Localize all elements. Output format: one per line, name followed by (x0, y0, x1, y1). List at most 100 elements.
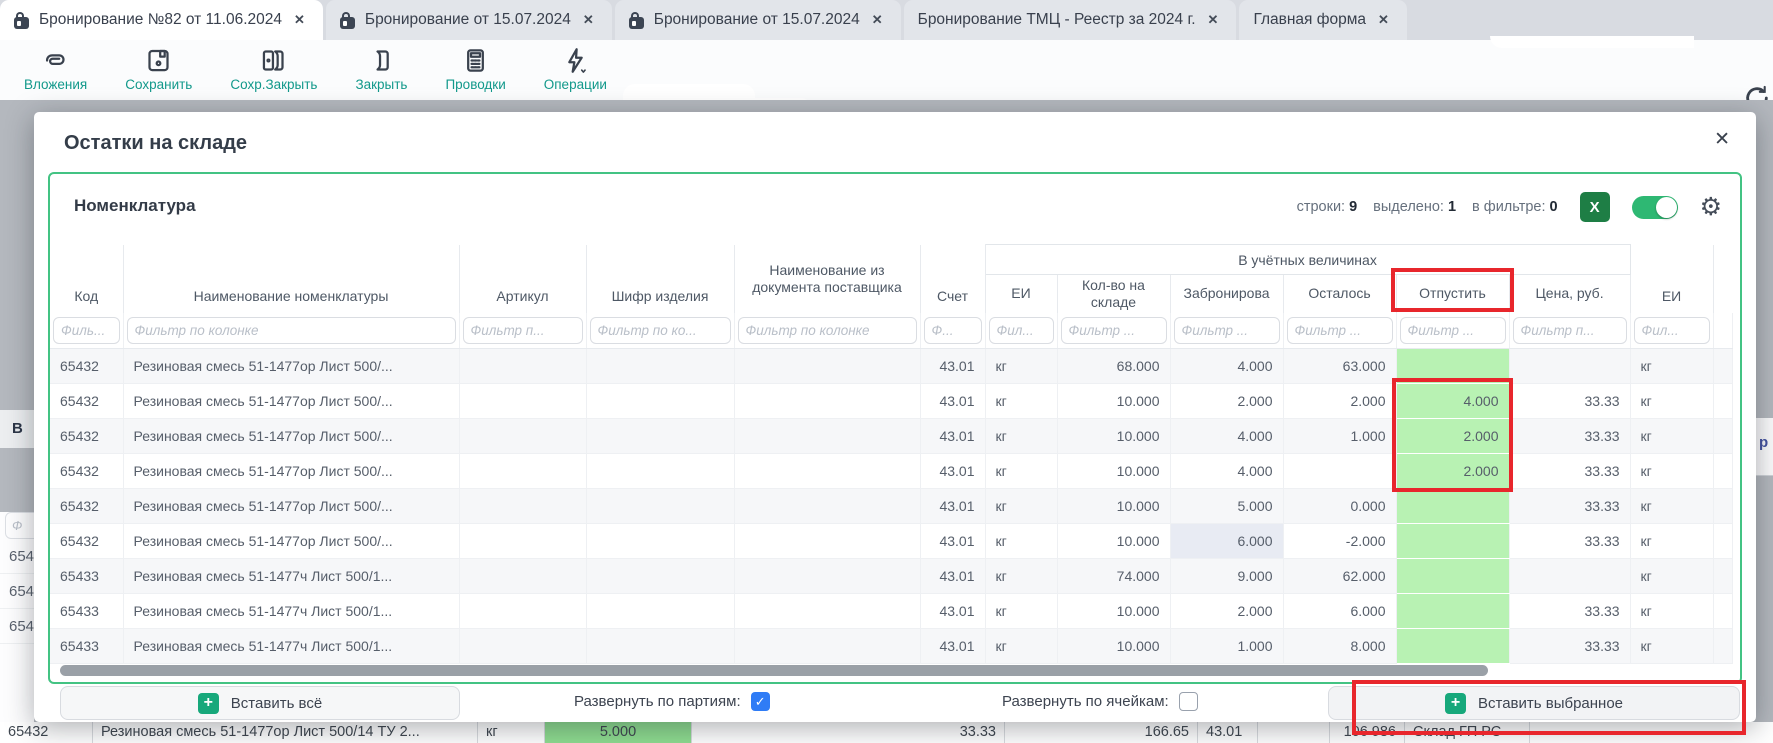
table-row[interactable]: 65433Резиновая смесь 51-1477ч Лист 500/1… (50, 559, 1732, 594)
table-cell[interactable]: 8.000 (1283, 629, 1396, 664)
filter-input-release[interactable] (1400, 317, 1506, 344)
filter-input-name[interactable] (127, 317, 456, 344)
table-cell[interactable]: 74.000 (1057, 559, 1170, 594)
excel-export-icon[interactable]: X (1580, 192, 1610, 222)
table-cell[interactable] (734, 629, 920, 664)
table-cell[interactable] (586, 384, 734, 419)
filter-input-unit[interactable] (989, 317, 1054, 344)
close-icon[interactable]: ✕ (1376, 10, 1391, 30)
table-cell[interactable]: 65432 (50, 524, 123, 559)
column-header-unit[interactable]: ЕИ (985, 275, 1057, 313)
filter-input-reserved[interactable] (1174, 317, 1280, 344)
filter-input-account[interactable] (924, 317, 982, 344)
table-row[interactable]: 65432Резиновая смесь 51-1477ор Лист 500/… (50, 489, 1732, 524)
table-cell[interactable]: 1.000 (1170, 629, 1283, 664)
table-cell[interactable] (459, 559, 586, 594)
column-header-remaining[interactable]: Осталось (1283, 275, 1396, 313)
table-cell[interactable]: Резиновая смесь 51-1477ор Лист 500/... (123, 524, 459, 559)
table-cell[interactable]: -2.000 (1283, 524, 1396, 559)
table-cell[interactable] (1509, 349, 1630, 384)
table-cell[interactable]: кг (985, 419, 1057, 454)
table-cell[interactable]: 10.000 (1057, 629, 1170, 664)
close-button[interactable]: Закрыть (349, 44, 413, 95)
table-cell[interactable] (459, 594, 586, 629)
table-cell[interactable] (1713, 454, 1732, 489)
table-cell[interactable]: 65432 (50, 419, 123, 454)
table-cell[interactable]: 6.000 (1283, 594, 1396, 629)
table-cell[interactable]: 10.000 (1057, 489, 1170, 524)
table-row[interactable]: 65432Резиновая смесь 51-1477ор Лист 500/… (50, 349, 1732, 384)
horizontal-scrollbar[interactable] (56, 665, 1736, 676)
table-cell[interactable]: кг (985, 629, 1057, 664)
column-header-article[interactable]: Артикул (459, 245, 586, 313)
table-cell[interactable] (1396, 349, 1509, 384)
column-header-unit2[interactable]: ЕИ (1630, 245, 1713, 313)
table-cell[interactable] (1713, 629, 1732, 664)
table-cell[interactable]: 0.000 (1283, 489, 1396, 524)
table-cell[interactable] (1396, 594, 1509, 629)
filter-input-cipher[interactable] (590, 317, 731, 344)
filter-input-qty-stock[interactable] (1061, 317, 1167, 344)
table-cell[interactable] (586, 349, 734, 384)
table-cell[interactable] (459, 454, 586, 489)
table-cell[interactable] (734, 419, 920, 454)
table-cell[interactable] (1396, 629, 1509, 664)
table-cell[interactable] (734, 454, 920, 489)
table-cell[interactable]: 65432 (50, 454, 123, 489)
table-cell[interactable] (1396, 524, 1509, 559)
table-cell[interactable] (734, 524, 920, 559)
expand-by-batches-checkbox[interactable]: ✓ (751, 692, 770, 711)
table-cell[interactable]: кг (1630, 489, 1713, 524)
table-cell[interactable]: 4.000 (1396, 384, 1509, 419)
table-cell[interactable]: кг (1630, 419, 1713, 454)
column-header-supplier-doc-name[interactable]: Наименование из документа поставщика (734, 245, 920, 313)
table-cell[interactable]: 43.01 (920, 454, 985, 489)
table-cell[interactable]: 43.01 (920, 594, 985, 629)
save-button[interactable]: Сохранить (119, 44, 198, 95)
table-cell[interactable] (586, 594, 734, 629)
table-cell[interactable]: кг (1630, 524, 1713, 559)
table-cell[interactable]: Резиновая смесь 51-1477ч Лист 500/1... (123, 559, 459, 594)
table-row[interactable]: 65432Резиновая смесь 51-1477ор Лист 500/… (50, 384, 1732, 419)
column-header-cipher[interactable]: Шифр изделия (586, 245, 734, 313)
table-cell[interactable]: 5.000 (1170, 489, 1283, 524)
tab-booking-1507-a[interactable]: Бронирование от 15.07.2024 ✕ (326, 0, 612, 40)
column-header-release[interactable]: Отпустить (1396, 275, 1509, 313)
operations-button[interactable]: Операции (538, 44, 613, 95)
table-cell[interactable]: кг (1630, 454, 1713, 489)
table-cell[interactable]: 43.01 (920, 419, 985, 454)
table-cell[interactable] (1713, 524, 1732, 559)
gear-icon[interactable]: ⚙ (1700, 195, 1722, 220)
table-cell[interactable]: 65433 (50, 629, 123, 664)
table-cell[interactable]: Резиновая смесь 51-1477ор Лист 500/... (123, 349, 459, 384)
table-cell[interactable] (1283, 454, 1396, 489)
table-cell[interactable] (734, 559, 920, 594)
table-cell[interactable]: кг (985, 384, 1057, 419)
table-cell[interactable] (734, 489, 920, 524)
table-cell[interactable] (1713, 419, 1732, 454)
tab-main-form[interactable]: Главная форма ✕ (1239, 0, 1406, 40)
close-icon[interactable]: ✕ (1206, 10, 1221, 30)
table-cell[interactable]: 10.000 (1057, 594, 1170, 629)
filter-input-price[interactable] (1513, 317, 1627, 344)
table-cell[interactable]: 43.01 (920, 489, 985, 524)
table-cell[interactable] (459, 349, 586, 384)
table-cell[interactable]: кг (1630, 629, 1713, 664)
table-cell[interactable]: Резиновая смесь 51-1477ч Лист 500/1... (123, 629, 459, 664)
table-cell[interactable]: 2.000 (1396, 419, 1509, 454)
table-cell[interactable]: кг (1630, 594, 1713, 629)
insert-all-button[interactable]: + Вставить всё (60, 686, 460, 720)
table-cell[interactable]: кг (1630, 559, 1713, 594)
table-cell[interactable]: 43.01 (920, 524, 985, 559)
table-row[interactable]: 65432Резиновая смесь 51-1477ор Лист 500/… (50, 454, 1732, 489)
table-cell[interactable] (586, 419, 734, 454)
table-cell[interactable] (1713, 559, 1732, 594)
postings-button[interactable]: Проводки (439, 44, 511, 95)
column-header-account[interactable]: Счет (920, 245, 985, 313)
table-cell[interactable]: кг (985, 524, 1057, 559)
filter-input-supplier-doc-name[interactable] (738, 317, 917, 344)
filter-input-unit2[interactable] (1634, 317, 1710, 344)
table-cell[interactable]: 33.33 (1509, 454, 1630, 489)
table-cell[interactable]: 65433 (50, 559, 123, 594)
table-cell[interactable] (586, 524, 734, 559)
